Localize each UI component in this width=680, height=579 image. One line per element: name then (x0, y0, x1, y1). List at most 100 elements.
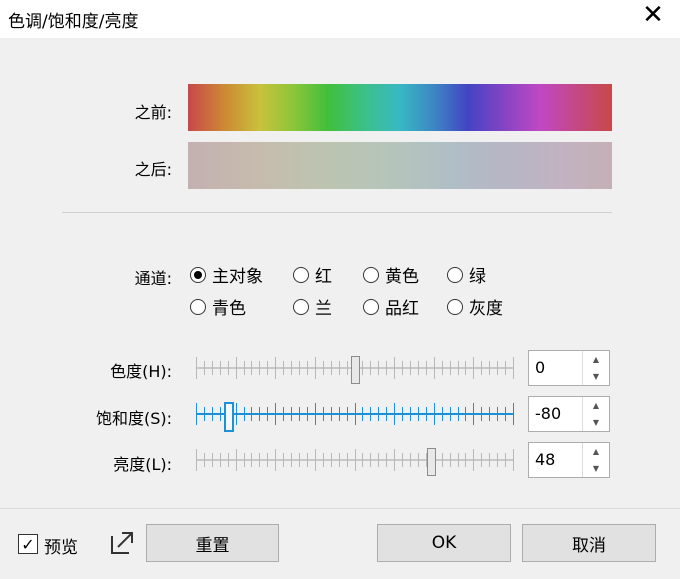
slider-tick (236, 449, 237, 471)
spin-down-icon[interactable]: ▼ (583, 414, 609, 431)
channel-radio-red[interactable]: 红 (293, 262, 332, 287)
slider-tick (196, 449, 197, 471)
slider-tick (259, 453, 260, 467)
window-title: 色调/饱和度/亮度 (8, 12, 139, 32)
slider-tick (473, 449, 474, 471)
lightness-label: 亮度(L): (113, 455, 172, 474)
slider-tick (362, 361, 363, 375)
slider-tick (347, 453, 348, 467)
slider-tick (204, 453, 205, 467)
slider-tick (434, 357, 435, 379)
slider-tick (505, 407, 506, 421)
spin-up-icon[interactable]: ▲ (583, 443, 609, 460)
spin-down-icon[interactable]: ▼ (583, 368, 609, 385)
radio-label: 红 (315, 267, 332, 287)
slider-tick (442, 453, 443, 467)
slider-tick (212, 453, 213, 467)
saturation-slider[interactable] (196, 399, 514, 432)
slider-tick (244, 407, 245, 421)
hue-value[interactable]: 0 (535, 358, 545, 377)
slider-tick (299, 361, 300, 375)
checkmark-icon: ✓ (21, 534, 35, 554)
hue-slider[interactable] (196, 353, 514, 384)
slider-tick (497, 453, 498, 467)
slider-tick (394, 449, 395, 471)
slider-tick (465, 453, 466, 467)
slider-tick (228, 453, 229, 467)
slider-tick (481, 407, 482, 421)
title-bar: 色调/饱和度/亮度 ✕ (0, 0, 680, 38)
slider-tick (347, 407, 348, 421)
slider-thumb[interactable] (224, 402, 234, 432)
separator (62, 212, 612, 213)
footer-separator (0, 508, 680, 509)
slider-tick (283, 407, 284, 421)
slider-tick (283, 361, 284, 375)
channel-radio-master[interactable]: 主对象 (190, 262, 263, 287)
spin-down-icon[interactable]: ▼ (583, 460, 609, 477)
cancel-button[interactable]: 取消 (522, 524, 656, 562)
spin-up-icon[interactable]: ▲ (583, 351, 609, 368)
slider-tick (339, 453, 340, 467)
channel-radio-yellow[interactable]: 黄色 (363, 262, 419, 287)
lightness-slider[interactable] (196, 445, 514, 476)
slider-tick (418, 361, 419, 375)
reset-button[interactable]: 重置 (146, 524, 279, 562)
slider-tick (228, 361, 229, 375)
slider-tick (275, 403, 276, 425)
radio-indicator (447, 266, 463, 283)
slider-tick (259, 407, 260, 421)
radio-indicator (447, 298, 463, 315)
channel-radio-grayscale[interactable]: 灰度 (447, 294, 503, 319)
spin-up-icon[interactable]: ▲ (583, 397, 609, 414)
slider-tick (450, 361, 451, 375)
slider-tick (331, 361, 332, 375)
slider-tick (410, 453, 411, 467)
radio-indicator (293, 298, 309, 315)
slider-tick (410, 361, 411, 375)
hue-spinbox[interactable]: 0 ▲ ▼ (528, 350, 610, 386)
slider-tick (236, 357, 237, 379)
radio-indicator (363, 298, 379, 315)
channel-radio-magenta[interactable]: 品红 (363, 294, 419, 319)
slider-tick (481, 361, 482, 375)
slider-tick (458, 361, 459, 375)
slider-tick (513, 449, 514, 471)
lightness-value[interactable]: 48 (535, 450, 555, 469)
slider-tick (212, 361, 213, 375)
saturation-spinbox[interactable]: -80 ▲ ▼ (528, 396, 610, 432)
slider-tick (458, 407, 459, 421)
slider-tick (267, 361, 268, 375)
radio-label: 兰 (315, 299, 332, 319)
channel-radio-green[interactable]: 绿 (447, 262, 486, 287)
saturation-value[interactable]: -80 (535, 404, 561, 423)
slider-tick (370, 361, 371, 375)
slider-tick (458, 453, 459, 467)
radio-indicator (293, 266, 309, 283)
preview-checkbox[interactable]: ✓ (18, 534, 38, 554)
slider-tick (434, 403, 435, 425)
slider-tick (315, 403, 316, 425)
radio-label: 主对象 (212, 267, 263, 287)
slider-tick (307, 361, 308, 375)
slider-tick (267, 407, 268, 421)
slider-tick (505, 361, 506, 375)
slider-tick (473, 403, 474, 425)
slider-tick (402, 407, 403, 421)
close-icon[interactable]: ✕ (634, 0, 672, 30)
slider-tick (299, 407, 300, 421)
slider-tick (347, 361, 348, 375)
radio-indicator (363, 266, 379, 283)
slider-tick (299, 453, 300, 467)
slider-tick (465, 361, 466, 375)
channel-radio-blue[interactable]: 兰 (293, 294, 332, 319)
popout-icon[interactable] (106, 528, 136, 558)
ok-button[interactable]: OK (377, 524, 511, 562)
slider-tick (275, 449, 276, 471)
slider-thumb[interactable] (427, 448, 436, 476)
channel-radio-cyan[interactable]: 青色 (190, 294, 246, 319)
before-label: 之前: (134, 103, 172, 122)
lightness-spinbox[interactable]: 48 ▲ ▼ (528, 442, 610, 478)
slider-thumb[interactable] (351, 356, 360, 384)
slider-tick (251, 361, 252, 375)
